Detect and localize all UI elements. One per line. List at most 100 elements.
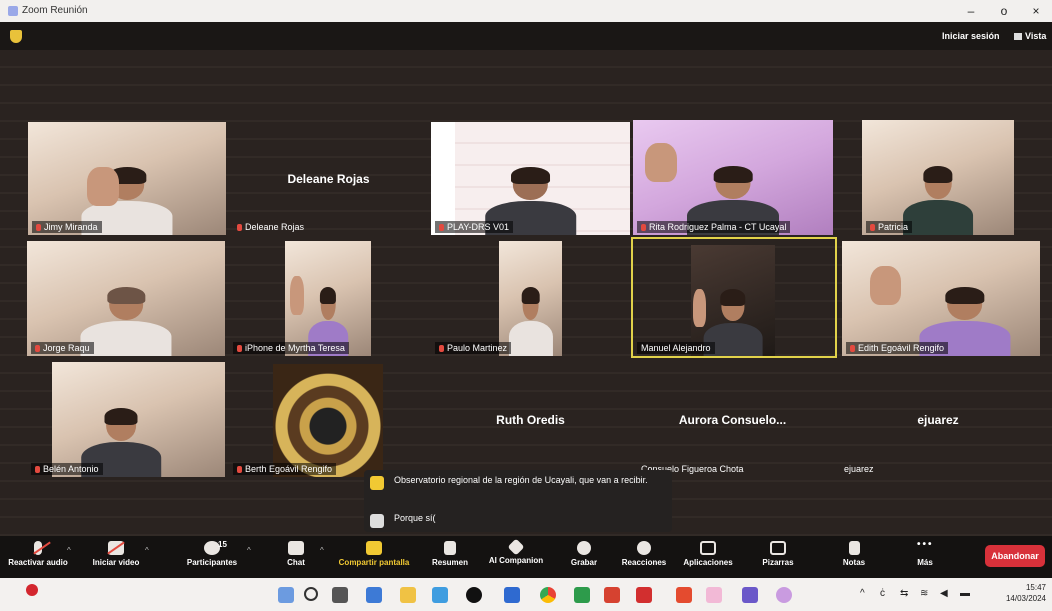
apps-button[interactable]: Aplicaciones <box>676 536 740 578</box>
teams-icon[interactable] <box>742 587 758 603</box>
search-icon[interactable] <box>304 587 318 601</box>
participant-video <box>862 120 1014 235</box>
muted-mic-icon <box>36 224 41 232</box>
participants-options-chevron-icon[interactable]: ^ <box>247 546 251 555</box>
zoom-taskbar-icon[interactable] <box>504 587 520 603</box>
active-speaker-tile[interactable]: Manuel Alejandro <box>631 237 837 358</box>
participant-name: Belén Antonio <box>31 463 103 475</box>
participant-tile[interactable]: Jimy Miranda <box>28 122 226 235</box>
window-titlebar: Zoom Reunión – o × <box>0 0 1052 22</box>
app-icon[interactable] <box>706 587 722 603</box>
share-screen-button[interactable]: Compartir pantalla <box>337 536 411 578</box>
participant-name: PLAY-DRS V01 <box>435 221 514 233</box>
more-button[interactable]: ••• Más <box>893 536 957 578</box>
app-icon[interactable] <box>776 587 792 603</box>
volume-icon[interactable]: ◀ <box>940 588 948 599</box>
notification-dot-icon[interactable] <box>26 584 38 596</box>
muted-mic-icon <box>35 466 40 474</box>
notes-icon <box>848 541 860 555</box>
participant-name: ejuarez <box>844 464 874 474</box>
minimize-button[interactable]: – <box>957 2 985 20</box>
audio-options-chevron-icon[interactable]: ^ <box>67 546 71 555</box>
participant-video <box>273 364 383 477</box>
meeting-toolbar: Reactivar audio ^ Iniciar video ^ 15 Part… <box>0 536 1052 578</box>
participant-tile[interactable]: iPhone de Myrtha Teresa <box>229 241 428 356</box>
leave-meeting-button[interactable]: Abandonar <box>985 545 1045 567</box>
widgets-icon[interactable] <box>366 587 382 603</box>
participant-tile[interactable]: Patricia <box>862 120 1014 235</box>
muted-mic-icon <box>237 466 242 474</box>
toolbar-label: Chat <box>287 558 305 567</box>
reactions-button[interactable]: Reacciones <box>612 536 676 578</box>
participant-tile[interactable]: Ruth Oredis <box>431 362 630 477</box>
participant-tile[interactable]: Deleane Rojas Deleane Rojas <box>229 122 428 235</box>
start-video-button[interactable]: Iniciar video <box>84 536 148 578</box>
toolbar-label: Más <box>917 558 933 567</box>
app-icon[interactable] <box>574 587 590 603</box>
muted-mic-icon <box>237 224 242 232</box>
participant-tile[interactable]: Aurora Consuelo... Consuelo Figueroa Cho… <box>633 362 832 477</box>
system-clock[interactable]: 15:47 14/03/2024 <box>1000 582 1046 604</box>
participant-tile[interactable]: Belén Antonio <box>27 362 225 477</box>
netflix-icon[interactable] <box>636 587 652 603</box>
participant-tile[interactable]: Berth Egoávil Rengifo <box>229 362 428 477</box>
chrome-icon[interactable] <box>540 587 556 603</box>
toolbar-label: Notas <box>842 558 866 567</box>
view-label: Vista <box>1025 31 1047 41</box>
muted-mic-icon <box>870 224 875 232</box>
toolbar-label: Compartir pantalla <box>338 558 410 567</box>
participants-button[interactable]: 15 Participantes <box>180 536 244 578</box>
whiteboards-button[interactable]: Pizarras <box>746 536 810 578</box>
sign-in-link[interactable]: Iniciar sesión <box>942 31 1000 41</box>
participant-name: Patricia <box>866 221 913 233</box>
start-icon[interactable] <box>278 587 294 603</box>
summary-button[interactable]: Resumen <box>418 536 482 578</box>
security-shield-icon[interactable] <box>10 30 22 43</box>
whiteboard-icon <box>770 541 786 555</box>
participant-video <box>633 120 833 235</box>
chat-options-chevron-icon[interactable]: ^ <box>320 546 324 555</box>
ai-companion-button[interactable]: AI Companion <box>484 536 548 578</box>
toolbar-label: AI Companion <box>488 556 544 565</box>
participant-tile[interactable]: Rita Rodriguez Palma - CT Ucayal <box>633 120 833 235</box>
muted-mic-icon <box>439 224 444 232</box>
tiktok-icon[interactable] <box>466 587 482 603</box>
video-options-chevron-icon[interactable]: ^ <box>145 546 149 555</box>
view-button[interactable]: Vista <box>1014 31 1046 41</box>
record-button[interactable]: Grabar <box>552 536 616 578</box>
battery-icon[interactable]: ▬ <box>960 588 970 599</box>
tray-app-icon[interactable]: ċ <box>880 588 885 599</box>
maximize-button[interactable]: o <box>990 2 1018 20</box>
task-view-icon[interactable] <box>332 587 348 603</box>
close-button[interactable]: × <box>1022 2 1050 20</box>
chat-message-text: Observatorio regional de la región de Uc… <box>394 475 648 485</box>
participant-display-name: Deleane Rojas <box>287 171 370 186</box>
wifi-icon[interactable]: ≋ <box>920 588 928 599</box>
office-icon[interactable] <box>604 587 620 603</box>
participant-display-name: ejuarez <box>917 412 959 427</box>
emoji-plus-icon <box>637 541 651 555</box>
tray-chevron-up-icon[interactable]: ^ <box>860 588 865 599</box>
unmute-audio-button[interactable]: Reactivar audio <box>6 536 70 578</box>
muted-mic-icon <box>641 224 646 232</box>
participant-video <box>691 245 775 356</box>
participant-tile[interactable]: PLAY-DRS V01 <box>431 122 630 235</box>
window-title: Zoom Reunión <box>22 5 88 16</box>
participant-tile[interactable]: Edith Egoávil Rengifo <box>842 241 1040 356</box>
toolbar-label: Aplicaciones <box>683 558 733 567</box>
file-explorer-icon[interactable] <box>400 587 416 603</box>
brave-icon[interactable] <box>676 587 692 603</box>
photos-icon[interactable] <box>432 587 448 603</box>
participant-tile[interactable]: Paulo Martinez <box>431 241 630 356</box>
participant-name: iPhone de Myrtha Teresa <box>233 342 349 354</box>
tray-network-icon[interactable]: ⇆ <box>900 588 908 599</box>
apps-grid-icon <box>700 541 716 555</box>
zoom-app-icon <box>8 6 18 16</box>
notes-button[interactable]: Notas <box>822 536 886 578</box>
meeting-topbar: Iniciar sesión Vista <box>0 22 1052 50</box>
chat-notification-popup[interactable]: Observatorio regional de la región de Uc… <box>364 470 672 532</box>
chat-button[interactable]: Chat <box>264 536 328 578</box>
participant-tile[interactable]: ejuarez ejuarez <box>836 362 1040 477</box>
participant-tile[interactable]: Jorge Raqu <box>27 241 225 356</box>
toolbar-label: Resumen <box>431 558 468 567</box>
